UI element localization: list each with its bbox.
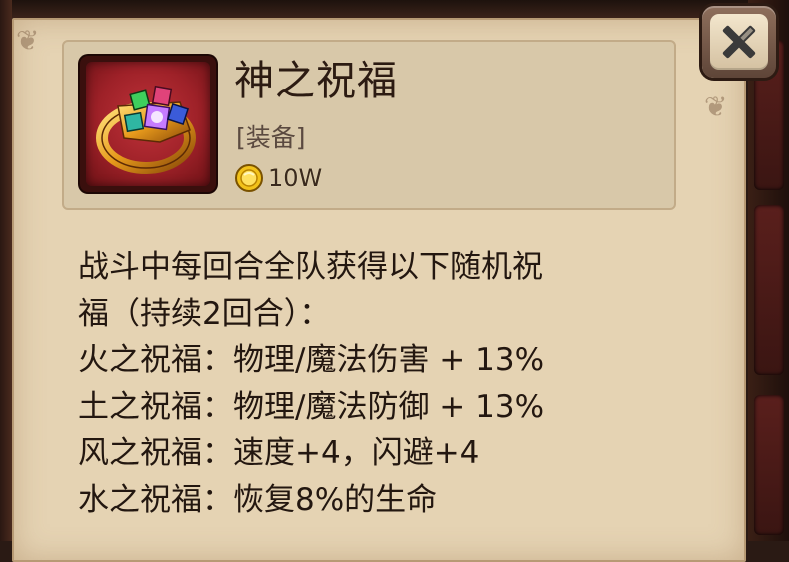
item-description: 战斗中每回合全队获得以下随机祝 福（持续2回合）： 火之祝福：物理/魔法伤害 +…	[78, 244, 728, 523]
background-slot	[754, 395, 784, 535]
background-top	[0, 0, 789, 18]
description-line: 福（持续2回合）：	[78, 295, 331, 332]
description-line: 水之祝福：恢复8%的生命	[78, 481, 438, 518]
description-line: 土之祝福：物理/魔法防御 + 13%	[78, 388, 545, 425]
ornament-icon: ❦	[16, 24, 40, 57]
background-right	[748, 0, 789, 541]
description-line: 战斗中每回合全队获得以下随机祝	[78, 249, 543, 285]
background-slot	[754, 205, 784, 375]
close-button[interactable]	[702, 6, 776, 78]
close-icon	[722, 25, 756, 59]
description-line: 火之祝福：物理/魔法伤害 + 13%	[78, 342, 545, 378]
background-left	[0, 0, 12, 541]
item-header-card: 神之祝福 [装备] 10W	[62, 40, 676, 210]
ornament-icon: ❦	[704, 90, 728, 123]
description-line: 风之祝福：速度+4，闪避+4	[78, 435, 480, 471]
item-price: 10W	[268, 164, 323, 192]
gold-coin-icon	[235, 164, 263, 192]
price-row: 10W	[234, 162, 322, 194]
item-icon-frame[interactable]	[80, 56, 216, 192]
item-type: [装备]	[236, 123, 306, 152]
jeweled-ring-icon	[96, 85, 196, 174]
item-name: 神之祝福	[234, 58, 398, 104]
close-button-face	[710, 14, 768, 70]
